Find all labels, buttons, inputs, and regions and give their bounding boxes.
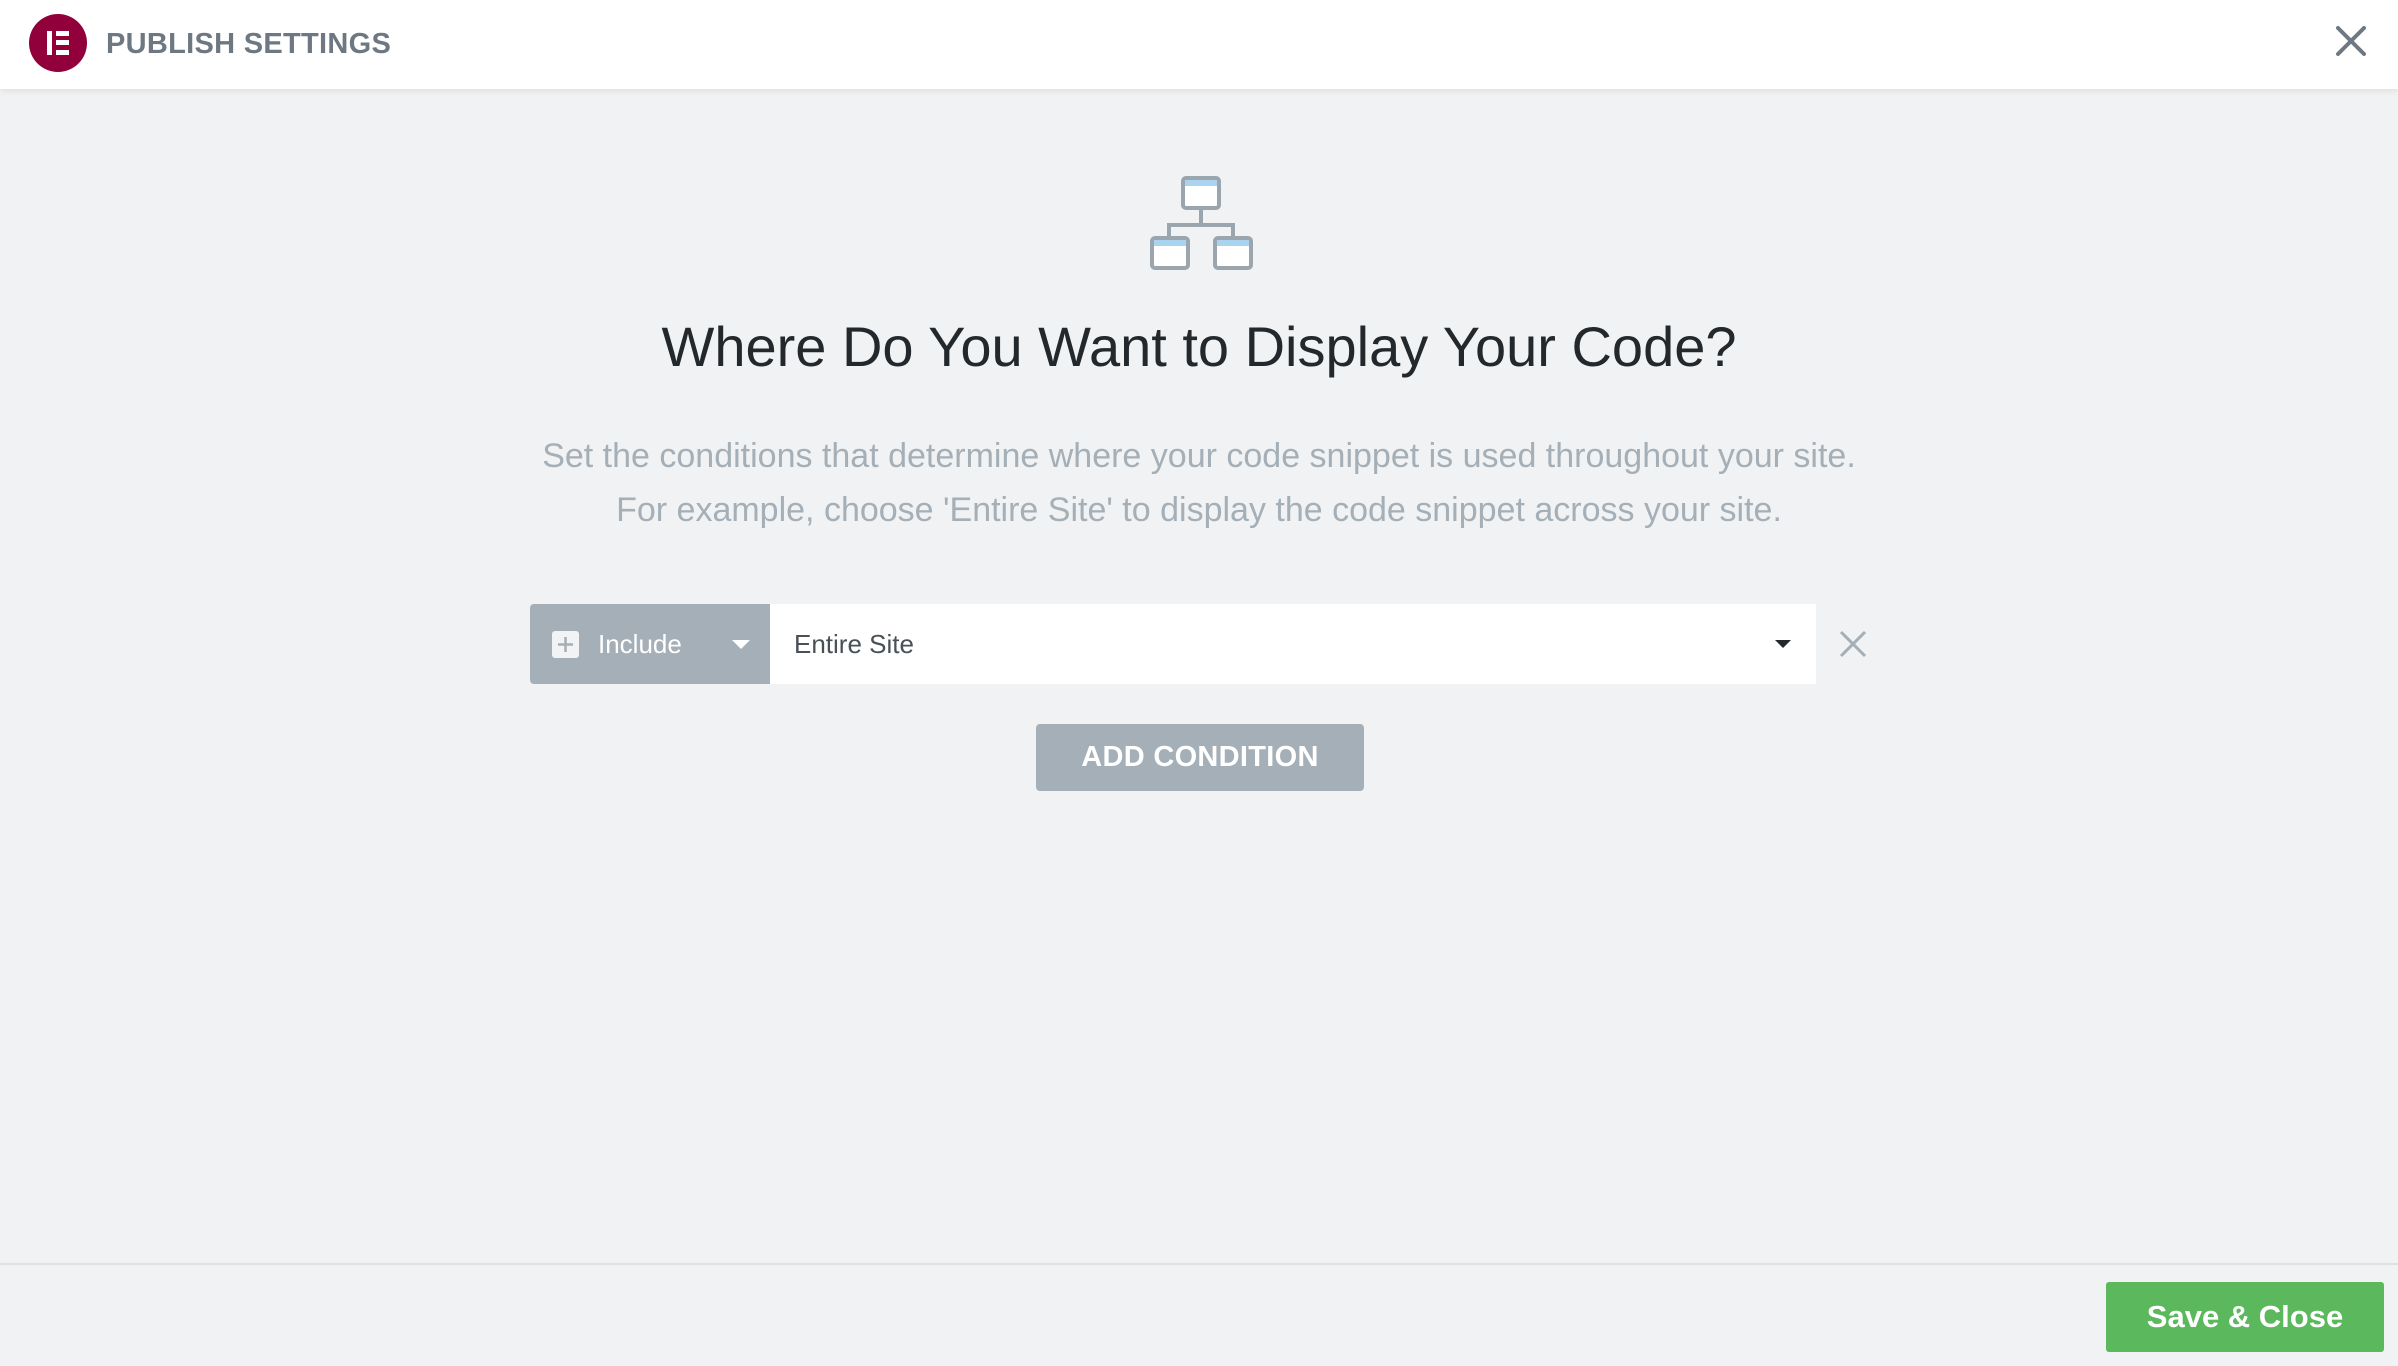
condition-type-select[interactable]: Include bbox=[530, 604, 770, 684]
plus-square-icon bbox=[552, 631, 579, 658]
condition-type-value: Include bbox=[598, 629, 682, 659]
add-condition-button[interactable]: ADD CONDITION bbox=[1036, 724, 1364, 791]
sitemap-icon bbox=[1150, 176, 1253, 270]
elementor-logo-icon bbox=[29, 14, 87, 72]
chevron-down-icon bbox=[732, 640, 750, 649]
condition-row: Include Entire Site bbox=[530, 604, 1880, 684]
save-and-close-button[interactable]: Save & Close bbox=[2106, 1282, 2384, 1352]
chevron-down-icon bbox=[1775, 640, 1791, 648]
description-line-1: Set the conditions that determine where … bbox=[542, 437, 1856, 475]
close-icon bbox=[1839, 630, 1867, 658]
page-headline: Where Do You Want to Display Your Code? bbox=[661, 315, 1737, 378]
condition-target-value: Entire Site bbox=[794, 629, 914, 659]
page-description: Set the conditions that determine where … bbox=[0, 429, 2398, 537]
modal-body: Where Do You Want to Display Your Code? … bbox=[0, 89, 2398, 1263]
modal-footer: Save & Close bbox=[0, 1263, 2398, 1366]
close-modal-button[interactable] bbox=[2330, 20, 2372, 62]
remove-condition-button[interactable] bbox=[1835, 626, 1871, 662]
condition-target-select[interactable]: Entire Site bbox=[770, 604, 1816, 684]
modal-header: PUBLISH SETTINGS bbox=[0, 0, 2398, 89]
close-icon bbox=[2336, 26, 2366, 56]
modal-title: PUBLISH SETTINGS bbox=[106, 28, 392, 60]
description-line-2: For example, choose 'Entire Site' to dis… bbox=[616, 491, 1782, 529]
